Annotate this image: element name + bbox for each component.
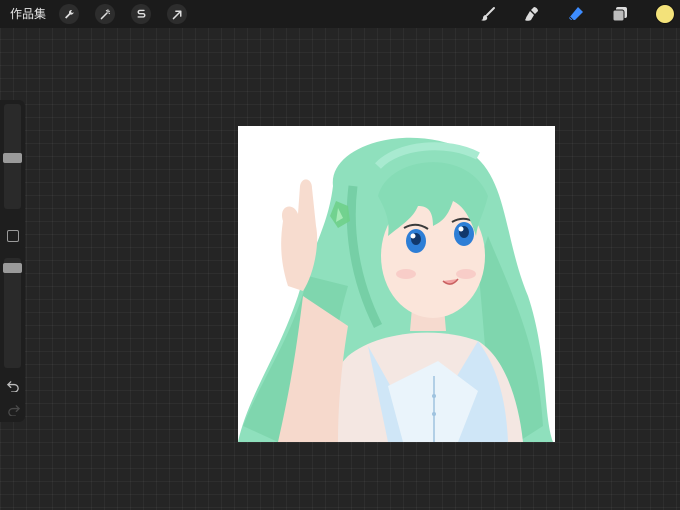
brush-icon[interactable] bbox=[478, 4, 498, 24]
undo-icon[interactable] bbox=[6, 378, 20, 392]
brush-size-thumb[interactable] bbox=[3, 153, 22, 163]
transform-arrow-icon[interactable] bbox=[167, 4, 187, 24]
square-modify-icon[interactable] bbox=[7, 230, 19, 242]
color-swatch[interactable] bbox=[656, 5, 674, 23]
layers-icon[interactable] bbox=[610, 4, 630, 24]
magic-wand-icon[interactable] bbox=[95, 4, 115, 24]
drawing-canvas[interactable] bbox=[238, 126, 555, 442]
gallery-button[interactable]: 作品集 bbox=[10, 6, 46, 22]
eraser-icon[interactable] bbox=[566, 4, 586, 24]
anime-girl-artwork-icon bbox=[238, 137, 553, 442]
opacity-thumb[interactable] bbox=[3, 263, 22, 273]
redo-icon[interactable] bbox=[6, 402, 20, 416]
top-toolbar: 作品集 bbox=[0, 0, 680, 28]
wrench-icon[interactable] bbox=[59, 4, 79, 24]
left-sidebar bbox=[0, 100, 25, 422]
selection-icon[interactable] bbox=[131, 4, 151, 24]
opacity-slider[interactable] bbox=[4, 258, 21, 368]
smudge-icon[interactable] bbox=[522, 4, 542, 24]
